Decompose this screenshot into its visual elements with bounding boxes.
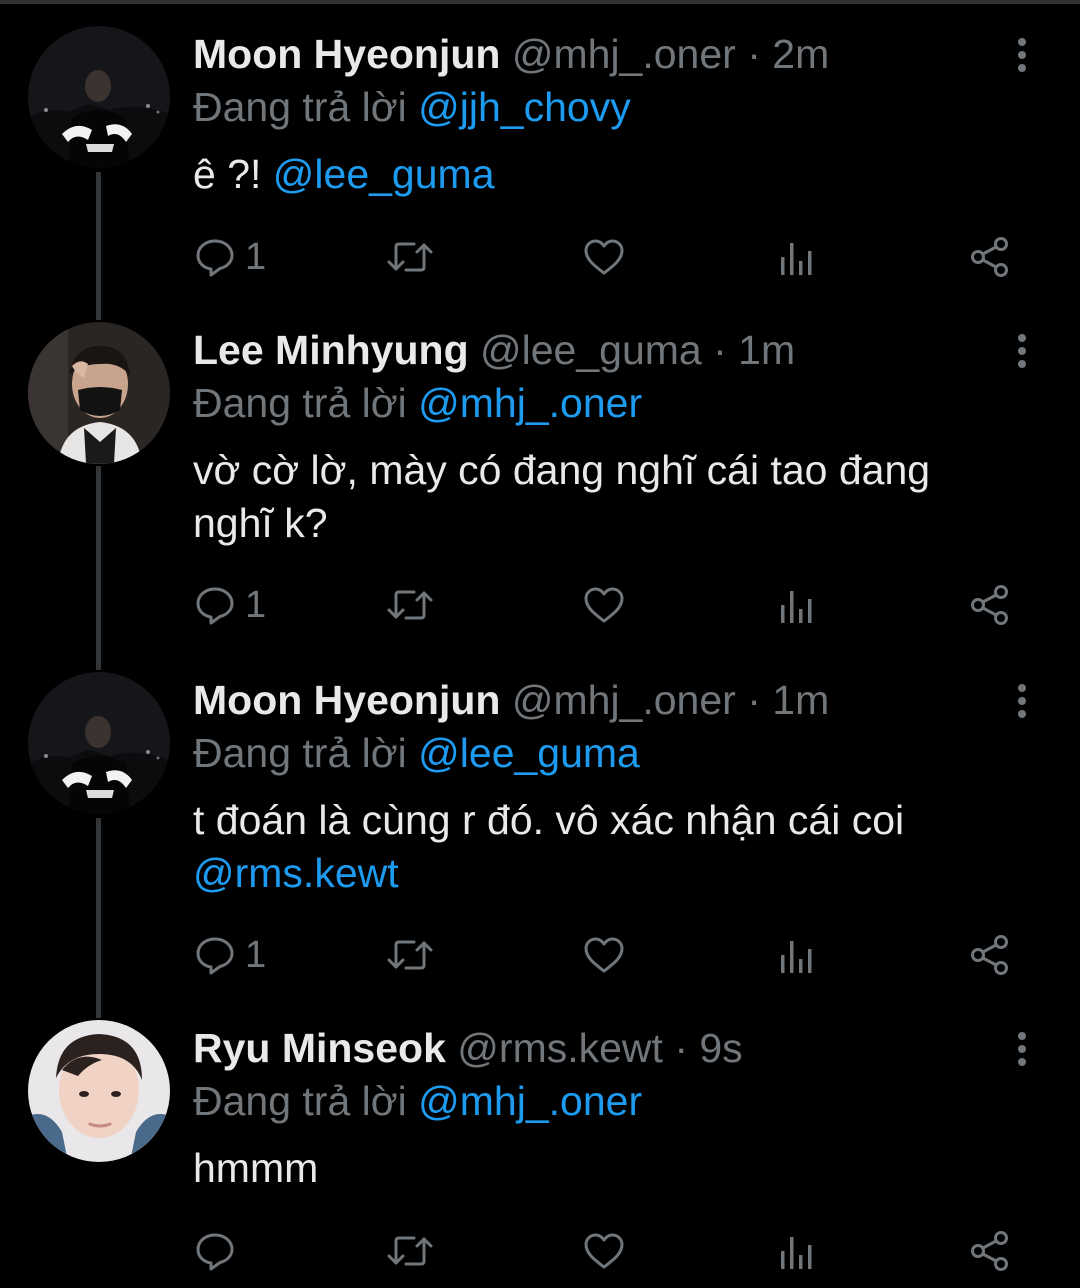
- replying-to-mention[interactable]: @mhj_.oner: [418, 380, 642, 426]
- retweet-icon: [387, 940, 433, 970]
- retweet-icon: [387, 242, 433, 272]
- retweet-button[interactable]: [386, 580, 434, 630]
- analytics-button[interactable]: [778, 1226, 818, 1276]
- retweet-button[interactable]: [386, 232, 434, 282]
- tweet-header: Moon Hyeonjun @mhj_.oner · 2m: [193, 26, 829, 82]
- tweet-actions: 1: [0, 232, 1080, 282]
- replying-to-line: Đang trả lời @lee_guma: [193, 726, 640, 780]
- avatar-moon-hyeonjun[interactable]: [28, 672, 170, 814]
- retweet-icon: [387, 1236, 433, 1266]
- tweet-actions: 1: [0, 580, 1080, 630]
- tweet-header: Moon Hyeonjun @mhj_.oner · 1m: [193, 672, 829, 728]
- reply-button[interactable]: 1: [193, 580, 266, 630]
- timestamp[interactable]: · 2m: [747, 31, 829, 77]
- more-vertical-icon[interactable]: [1006, 332, 1038, 372]
- user-handle[interactable]: @mhj_.oner: [512, 677, 736, 723]
- reply-icon: [196, 587, 234, 625]
- like-button[interactable]: [582, 930, 626, 980]
- tweet-mention[interactable]: @lee_guma: [273, 151, 495, 197]
- avatar-lee-minhyung[interactable]: [28, 322, 170, 464]
- thread-connector-line: [96, 466, 101, 670]
- analytics-button[interactable]: [778, 930, 818, 980]
- replying-to-line: Đang trả lời @mhj_.oner: [193, 376, 642, 430]
- tweet-header: Ryu Minseok @rms.kewt · 9s: [193, 1020, 743, 1076]
- analytics-icon: [781, 591, 812, 623]
- more-vertical-icon[interactable]: [1006, 682, 1038, 722]
- top-divider: [0, 0, 1080, 4]
- tweet-text-content: ê ?!: [193, 151, 262, 197]
- tweet-text: ê ?! @lee_guma: [193, 148, 1013, 201]
- more-vertical-icon[interactable]: [1006, 1030, 1038, 1070]
- like-button[interactable]: [582, 580, 626, 630]
- replying-to-mention[interactable]: @jjh_chovy: [418, 84, 631, 130]
- tweet-text: hmmm: [193, 1142, 1013, 1195]
- like-icon: [584, 587, 624, 623]
- retweet-button[interactable]: [386, 1226, 434, 1276]
- reply-count: 1: [245, 236, 267, 278]
- retweet-button[interactable]: [386, 930, 434, 980]
- replying-to-label: Đang trả lời: [193, 1078, 407, 1124]
- user-handle[interactable]: @lee_guma: [480, 327, 702, 373]
- reply-icon: [196, 239, 234, 277]
- replying-to-label: Đang trả lời: [193, 380, 407, 426]
- avatar-moon-hyeonjun[interactable]: [28, 26, 170, 168]
- like-button[interactable]: [582, 232, 626, 282]
- tweet-actions: [0, 1226, 1080, 1276]
- tweet-text-line: vờ cờ lờ, mày có đang nghĩ cái tao đang: [193, 447, 931, 493]
- timestamp[interactable]: · 9s: [674, 1025, 742, 1071]
- display-name[interactable]: Moon Hyeonjun: [193, 31, 500, 77]
- like-icon: [584, 239, 624, 275]
- share-icon: [971, 237, 1008, 277]
- reply-button[interactable]: [193, 1226, 237, 1276]
- replying-to-label: Đang trả lời: [193, 730, 407, 776]
- share-button[interactable]: [968, 580, 1012, 630]
- reply-icon: [196, 1233, 234, 1271]
- tweet-text-line: nghĩ k?: [193, 500, 328, 546]
- tweet-mention[interactable]: @rms.kewt: [193, 847, 1013, 900]
- retweet-icon: [387, 590, 433, 620]
- reply-button[interactable]: 1: [193, 232, 266, 282]
- display-name[interactable]: Ryu Minseok: [193, 1025, 446, 1071]
- share-icon: [971, 935, 1008, 975]
- reply-count: 1: [245, 934, 267, 976]
- avatar-ryu-minseok[interactable]: [28, 1020, 170, 1162]
- more-vertical-icon[interactable]: [1006, 36, 1038, 76]
- share-button[interactable]: [968, 1226, 1012, 1276]
- replying-to-label: Đang trả lời: [193, 84, 407, 130]
- analytics-button[interactable]: [778, 580, 818, 630]
- replying-to-line: Đang trả lời @jjh_chovy: [193, 80, 631, 134]
- analytics-icon: [781, 243, 812, 275]
- reply-icon: [196, 937, 234, 975]
- display-name[interactable]: Moon Hyeonjun: [193, 677, 500, 723]
- display-name[interactable]: Lee Minhyung: [193, 327, 469, 373]
- analytics-button[interactable]: [778, 232, 818, 282]
- replying-to-mention[interactable]: @mhj_.oner: [418, 1078, 642, 1124]
- user-handle[interactable]: @mhj_.oner: [512, 31, 736, 77]
- like-icon: [584, 937, 624, 973]
- user-handle[interactable]: @rms.kewt: [457, 1025, 663, 1071]
- like-icon: [584, 1233, 624, 1269]
- thread-connector-line: [96, 818, 101, 1018]
- reply-count: 1: [245, 584, 267, 626]
- tweet-text: vờ cờ lờ, mày có đang nghĩ cái tao đang …: [193, 444, 1013, 550]
- analytics-icon: [781, 1237, 812, 1269]
- analytics-icon: [781, 941, 812, 973]
- like-button[interactable]: [582, 1226, 626, 1276]
- share-icon: [971, 1231, 1008, 1271]
- share-button[interactable]: [968, 930, 1012, 980]
- tweet-actions: 1: [0, 930, 1080, 980]
- share-icon: [971, 585, 1008, 625]
- tweet-text: t đoán là cùng r đó. vô xác nhận cái coi…: [193, 794, 1013, 900]
- tweet-text-content: hmmm: [193, 1145, 319, 1191]
- replying-to-mention[interactable]: @lee_guma: [418, 730, 640, 776]
- reply-button[interactable]: 1: [193, 930, 266, 980]
- tweet-header: Lee Minhyung @lee_guma · 1m: [193, 322, 795, 378]
- share-button[interactable]: [968, 232, 1012, 282]
- timestamp[interactable]: · 1m: [747, 677, 829, 723]
- replying-to-line: Đang trả lời @mhj_.oner: [193, 1074, 642, 1128]
- tweet-text-line: t đoán là cùng r đó. vô xác nhận cái coi: [193, 797, 905, 843]
- timestamp[interactable]: · 1m: [713, 327, 795, 373]
